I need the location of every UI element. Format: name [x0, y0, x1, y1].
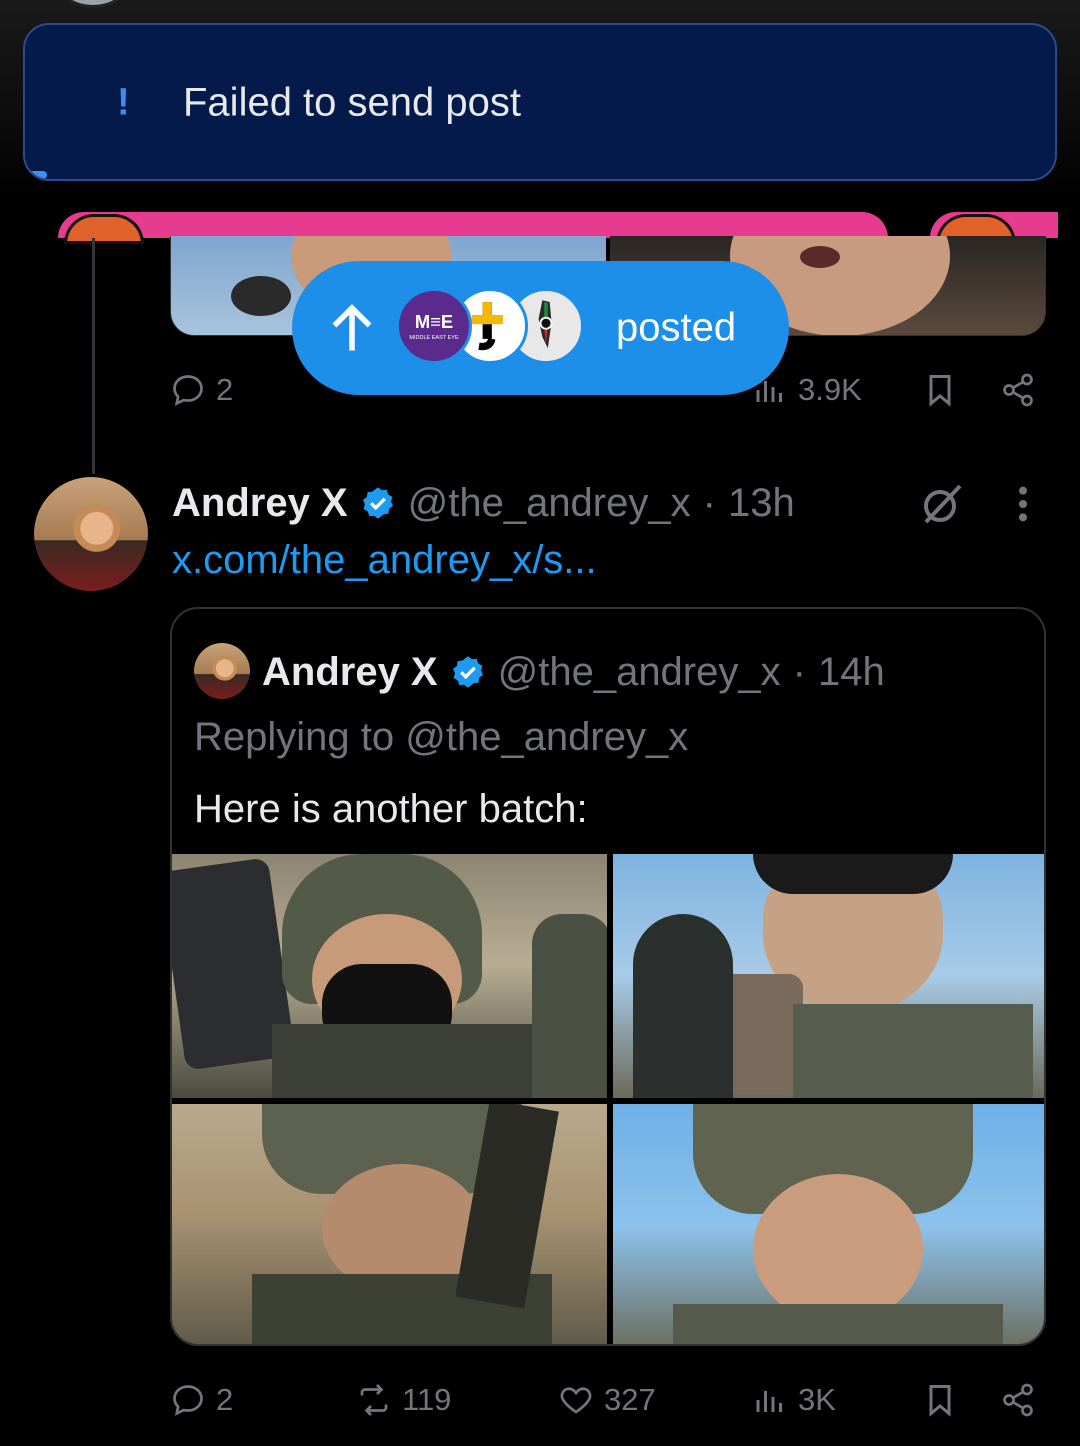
post-time[interactable]: 13h	[728, 481, 795, 526]
bookmark-button[interactable]	[922, 360, 958, 420]
bookmark-icon	[929, 1385, 951, 1417]
views-button[interactable]: 3K	[752, 1370, 836, 1430]
bookmark-icon	[929, 375, 951, 407]
quoted-author-avatar	[194, 643, 250, 699]
separator-dot: ·	[702, 480, 716, 525]
media-grid	[172, 854, 1044, 1344]
quoted-post-text: Here is another batch:	[194, 787, 588, 831]
reply-button[interactable]: 2	[170, 360, 233, 420]
vest	[272, 1024, 532, 1098]
like-button[interactable]: 327	[558, 1370, 656, 1430]
verified-badge-icon	[452, 656, 483, 688]
toast-progress	[25, 171, 47, 179]
author-handle[interactable]: @the_andrey_x	[408, 481, 691, 526]
uniform	[673, 1304, 1003, 1344]
thread-connector-line	[92, 238, 95, 474]
previous-photo-detail	[231, 276, 291, 316]
grok-icon[interactable]	[918, 480, 966, 528]
toast-message: Failed to send post	[183, 80, 521, 125]
mee-logo-subtext: MIDDLE EAST EYE	[409, 335, 459, 341]
reply-button[interactable]: 2	[170, 1370, 233, 1430]
verified-badge-icon	[362, 487, 393, 519]
post-link[interactable]: x.com/the_andrey_x/s...	[172, 538, 597, 583]
separator-dot: ·	[792, 649, 806, 694]
quoted-author-handle: @the_andrey_x	[497, 649, 781, 694]
photo-2[interactable]	[613, 854, 1044, 1098]
sunglasses	[753, 854, 953, 894]
uniform	[793, 1004, 1033, 1098]
quoted-author-name: Andrey X	[262, 649, 438, 694]
mee-logo-text: M≡E	[415, 311, 453, 332]
heart-icon	[560, 1387, 592, 1414]
background-soldier	[532, 914, 607, 1098]
repost-count: 119	[402, 1382, 452, 1417]
photo-3[interactable]	[172, 1104, 607, 1344]
share-icon	[1003, 373, 1033, 407]
like-count: 327	[604, 1382, 656, 1417]
reply-count: 2	[216, 1382, 234, 1417]
photo-1[interactable]	[172, 854, 607, 1098]
author-avatar[interactable]	[34, 477, 148, 591]
previous-photo-detail	[800, 246, 840, 268]
exclamation-icon: !	[117, 81, 130, 124]
views-icon	[756, 1391, 782, 1412]
quoted-post-time: 14h	[817, 649, 885, 694]
new-posts-pill[interactable]: M≡E MIDDLE EAST EYE posted	[292, 261, 789, 395]
post-actions: 2 119 327 3K	[170, 1370, 1050, 1430]
posted-label: posted	[616, 305, 737, 350]
repost-button[interactable]: 119	[356, 1370, 451, 1430]
share-icon	[1003, 1383, 1033, 1417]
views-count: 3.9K	[798, 372, 862, 407]
share-button[interactable]	[1000, 360, 1036, 420]
background-person	[633, 914, 733, 1098]
reply-icon	[173, 1385, 203, 1416]
replying-to-text: Replying to @the_andrey_x	[194, 715, 689, 759]
reply-icon	[173, 375, 203, 406]
reply-count: 2	[216, 372, 234, 407]
face	[753, 1174, 923, 1324]
error-toast[interactable]: ! Failed to send post	[23, 23, 1057, 181]
share-button[interactable]	[1000, 1370, 1036, 1430]
bookmark-button[interactable]	[922, 1370, 958, 1430]
previous-card-banner	[58, 212, 888, 238]
middle-east-eye-avatar: M≡E MIDDLE EAST EYE	[396, 288, 472, 364]
post-header: Andrey X @the_andrey_x · 13h	[172, 478, 795, 528]
quoted-post-header: Andrey X @the_andrey_x · 14h	[262, 647, 885, 697]
arrow-up-icon	[332, 304, 372, 351]
views-count: 3K	[798, 1382, 836, 1417]
repost-icon	[360, 1384, 388, 1416]
quoted-post-card[interactable]: Andrey X @the_andrey_x · 14h Replying to…	[170, 607, 1046, 1346]
mee-logo-icon: M≡E MIDDLE EAST EYE	[409, 311, 459, 341]
more-options-icon[interactable]	[1008, 484, 1038, 524]
photo-4[interactable]	[613, 1104, 1044, 1344]
author-name[interactable]: Andrey X	[172, 481, 348, 526]
